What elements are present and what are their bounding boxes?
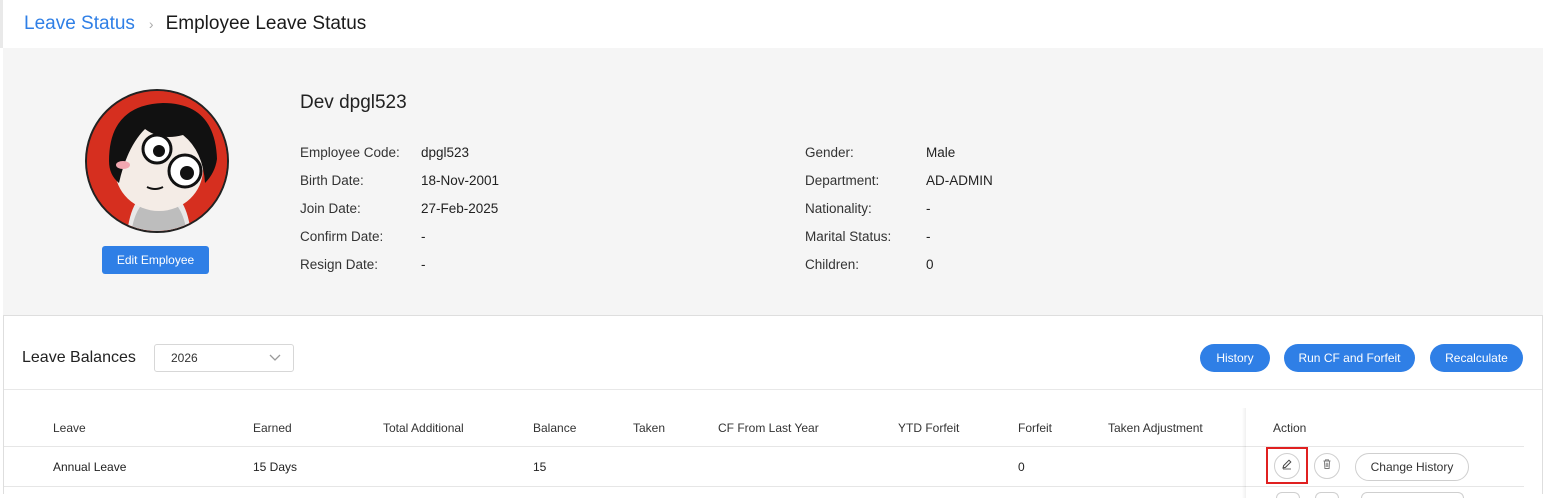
edit-employee-button[interactable]: Edit Employee [102, 246, 209, 274]
info-label: Children: [805, 256, 860, 272]
info-value: - [421, 228, 426, 244]
year-select[interactable]: 2026 [154, 344, 294, 372]
column-header-earned: Earned [253, 421, 292, 435]
cell-earned: 15 Days [253, 460, 298, 474]
column-header-taken: Taken [633, 421, 666, 435]
info-row-resign-date: Resign Date: - [300, 250, 499, 278]
cell-forfeit: 0 [1018, 460, 1025, 474]
info-label: Nationality: [805, 200, 872, 216]
history-button[interactable]: History [1200, 344, 1270, 372]
breadcrumb-separator: › [148, 16, 154, 32]
page-title: Employee Leave Status [165, 13, 367, 34]
info-row-nationality: Nationality: - [805, 194, 993, 222]
employee-info-right: Gender: Male Department: AD-ADMIN Nation… [805, 138, 993, 278]
info-label: Join Date: [300, 200, 361, 216]
delete-leave-button[interactable] [1314, 453, 1340, 479]
recalculate-button[interactable]: Recalculate [1430, 344, 1523, 372]
leave-balances-title: Leave Balances [22, 349, 136, 366]
next-row-delete-button-partial [1315, 492, 1339, 498]
column-header-leave: Leave [53, 421, 86, 435]
info-label: Marital Status: [805, 228, 892, 244]
employee-profile-panel: Edit Employee Dev dpgl523 Employee Code:… [3, 48, 1543, 315]
table-header: Leave Earned Total Additional Balance Ta… [4, 413, 1524, 447]
column-header-action: Action [1273, 421, 1307, 435]
info-value: Male [926, 144, 956, 160]
info-value: 18-Nov-2001 [421, 172, 500, 188]
info-label: Resign Date: [300, 256, 379, 272]
info-row-department: Department: AD-ADMIN [805, 166, 993, 194]
cell-balance: 15 [533, 460, 547, 474]
column-header-forfeit: Forfeit [1018, 421, 1053, 435]
column-header-ytd-forfeit: YTD Forfeit [898, 421, 960, 435]
info-label: Birth Date: [300, 172, 364, 188]
info-value: 0 [926, 256, 934, 272]
column-header-balance: Balance [533, 421, 577, 435]
info-label: Department: [805, 172, 880, 188]
change-history-button[interactable]: Change History [1355, 453, 1469, 481]
info-row-join-date: Join Date: 27-Feb-2025 [300, 194, 499, 222]
info-value: AD-ADMIN [926, 172, 993, 188]
column-header-taken-adjustment: Taken Adjustment [1108, 421, 1203, 435]
trash-icon [1321, 457, 1333, 475]
card-divider [4, 389, 1542, 390]
cell-leave: Annual Leave [53, 460, 127, 474]
info-value: - [926, 200, 931, 216]
edit-button-highlight [1266, 447, 1308, 484]
info-row-employee-code: Employee Code: dpgl523 [300, 138, 499, 166]
column-header-cf-from-last-year: CF From Last Year [718, 421, 819, 435]
action-column-shadow [1242, 408, 1246, 498]
info-value: - [926, 228, 931, 244]
run-cf-and-forfeit-button[interactable]: Run CF and Forfeit [1284, 344, 1415, 372]
year-select-value: 2026 [171, 351, 198, 365]
info-row-confirm-date: Confirm Date: - [300, 222, 499, 250]
info-value: - [421, 256, 426, 272]
avatar [85, 89, 229, 233]
breadcrumb: Leave Status › Employee Leave Status [0, 0, 1543, 48]
breadcrumb-leave-status-link[interactable]: Leave Status [24, 13, 135, 35]
info-row-marital-status: Marital Status: - [805, 222, 993, 250]
info-row-birth-date: Birth Date: 18-Nov-2001 [300, 166, 499, 194]
chevron-down-icon [269, 351, 281, 366]
info-row-children: Children: 0 [805, 250, 993, 278]
info-label: Employee Code: [300, 144, 400, 160]
info-label: Confirm Date: [300, 228, 384, 244]
next-row-edit-button-partial [1276, 492, 1300, 498]
info-label: Gender: [805, 144, 854, 160]
info-value: 27-Feb-2025 [421, 200, 499, 216]
info-row-gender: Gender: Male [805, 138, 993, 166]
next-row-change-history-partial [1361, 492, 1464, 498]
employee-info-left: Employee Code: dpgl523 Birth Date: 18-No… [300, 138, 499, 278]
employee-name: Dev dpgl523 [300, 92, 407, 113]
leave-balances-card: Leave Balances 2026 History Run CF and F… [3, 315, 1543, 498]
column-header-total-additional: Total Additional [383, 421, 464, 435]
info-value: dpgl523 [421, 144, 470, 160]
